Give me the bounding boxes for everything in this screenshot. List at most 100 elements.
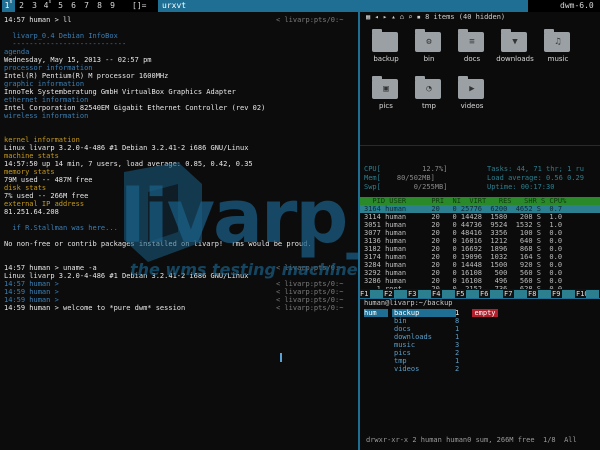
tag-2[interactable]: 2 [15,0,28,12]
terminal-line: external IP address [4,200,85,208]
terminal-line: kernel information [4,136,80,144]
fn-key-label [538,290,551,298]
terminal-line: memory stats [4,168,55,176]
prompt-right: < livarp:pts/0:~ [276,288,344,296]
terminal-line: 14:57 human > uname -a [4,264,97,272]
htop-process-row[interactable]: 3114 human 20 0 14428 1580 208 S 1.0 [364,213,562,221]
ranger-entry[interactable]: tmp [394,357,407,365]
fn-key-label [514,290,527,298]
prompt-right: < livarp:pts/0:~ [276,304,344,312]
terminal-line: wireless information [4,112,89,120]
terminal-line: processor information [4,64,93,72]
ranger-entry[interactable]: downloads [394,333,432,341]
ranger-entry-count: 1 [455,357,460,365]
folder-label: videos [460,102,484,110]
folder-docs[interactable]: ≡ docs [454,28,490,68]
search-icon[interactable]: ⌕ [408,13,412,21]
terminal-line: ethernet information [4,96,89,104]
fn-key-label [490,290,503,298]
fn-key[interactable]: F10 [576,290,589,298]
htop-meter-label: Mem[ [364,174,381,182]
terminal-line: 79M used -- 487M free [4,176,93,184]
htop-process-row[interactable]: 3077 human 20 0 48416 3356 100 S 0.0 [364,229,562,237]
text-cursor [280,353,282,362]
terminal-line: 14:57 human > ll [4,16,72,24]
ranger-entry[interactable]: bin [394,317,407,325]
fn-key[interactable]: F1 [360,290,370,298]
fn-key[interactable]: F6 [480,290,490,298]
tag-3[interactable]: 3 [28,0,41,12]
htop-process-row[interactable]: 3051 human 20 0 44736 9524 1532 S 1.0 [364,221,562,229]
tag-5[interactable]: 5 [54,0,67,12]
folder-backup[interactable]: backup [368,28,404,68]
folder-bin[interactable]: ⚙ bin [411,28,447,68]
fn-key-label [370,290,383,298]
file-manager-toolbar: ▦ ◂ ▸ ▴ ⌂ ⌕ ▪ 8 items (40 hidden) [366,13,596,23]
forward-icon[interactable]: ▸ [383,13,387,21]
ranger-entry[interactable]: music [394,341,415,349]
terminal-line: 14:59 human > [4,288,59,296]
folder-music[interactable]: ♫ music [540,28,576,68]
folder-tmp[interactable]: ◔ tmp [411,75,447,115]
ranger-empty-badge: empty [472,309,498,317]
terminal-line: --------------------------- [4,40,127,48]
up-icon[interactable]: ▴ [391,13,395,21]
ranger-entry-count: 1 [455,309,460,317]
ranger-entry[interactable]: pics [394,349,411,357]
htop-process-row[interactable]: 3136 human 20 0 16016 1212 640 S 0.0 [364,237,562,245]
ranger-status: drwxr-xr-x 2 human human0 sum, 266M free… [366,436,577,444]
prompt-right: < livarp:pts/0:~ [276,16,344,24]
ranger-entry-count: 1 [455,325,460,333]
fn-key-label [562,290,575,298]
home-icon[interactable]: ⌂ [400,13,404,21]
folder-videos[interactable]: ▶ videos [454,75,490,115]
ranger-entry[interactable]: videos [394,365,419,373]
htop-process-row[interactable]: 3292 human 20 0 16108 500 560 S 0.0 [364,269,562,277]
layout-symbol[interactable]: []= [132,0,154,12]
fn-key[interactable]: F7 [504,290,514,298]
ranger-entry[interactable]: docs [394,325,411,333]
folder-icon [372,29,398,52]
htop-process-row[interactable]: 3182 human 20 0 16692 1896 868 S 0.0 [364,245,562,253]
fn-key-label [442,290,455,298]
tag-1[interactable]: 1s [2,0,15,12]
fn-key-label [418,290,431,298]
tag-indicator: s [9,0,13,5]
terminal-line: 81.251.64.208 [4,208,59,216]
ranger-entry[interactable]: backup [394,309,419,317]
htop-process-row[interactable]: 3286 human 20 0 16108 496 560 S 0.0 [364,277,562,285]
ranger-entry-count: 2 [455,365,460,373]
folder-downloads[interactable]: ▼ downloads [496,28,534,68]
fn-key[interactable]: F4 [432,290,442,298]
terminal-line: if R.Stallman was here... [4,224,118,232]
tag-7[interactable]: 7 [80,0,93,12]
htop-process-row[interactable]: 3174 human 20 0 19096 1032 164 S 0.0 [364,253,562,261]
folder-emblem-icon: ▼ [512,37,518,47]
tag-8[interactable]: 8 [93,0,106,12]
tag-9[interactable]: 9 [106,0,119,12]
folder-icon: ▶ [458,76,484,99]
folder-icon: ⚙ [415,29,441,52]
fn-key[interactable]: F2 [384,290,394,298]
fn-key[interactable]: F8 [528,290,538,298]
folder-label: music [547,55,569,63]
ranger-entry-count: 2 [455,349,460,357]
fn-key[interactable]: F9 [552,290,562,298]
terminal-line: 14:59 human > welcome to *pure dwm* sess… [4,304,186,312]
htop-process-row[interactable]: 3164 human 20 0 25776 6200 4652 S 0.7 [364,205,562,213]
tag-4[interactable]: 4s [41,0,54,12]
htop-process-row[interactable]: 3284 human 20 0 14448 1500 920 S 0.0 [364,261,562,269]
fn-key[interactable]: F3 [408,290,418,298]
folder-emblem-icon: ◔ [426,84,432,94]
fn-key-label [466,290,479,298]
ranger-parent-column[interactable]: hum [364,309,388,317]
folder-emblem-icon: ≡ [469,37,475,47]
htop-meter-value: 80/502MB] [380,174,435,182]
folder-icon: ≡ [458,29,484,52]
back-icon[interactable]: ◂ [374,13,378,21]
grid-view-icon[interactable]: ▦ [366,13,370,21]
tag-6[interactable]: 6 [67,0,80,12]
folder-pics[interactable]: ▣ pics [368,75,404,115]
fn-key[interactable]: F5 [456,290,466,298]
tag-label: 3 [32,1,37,10]
